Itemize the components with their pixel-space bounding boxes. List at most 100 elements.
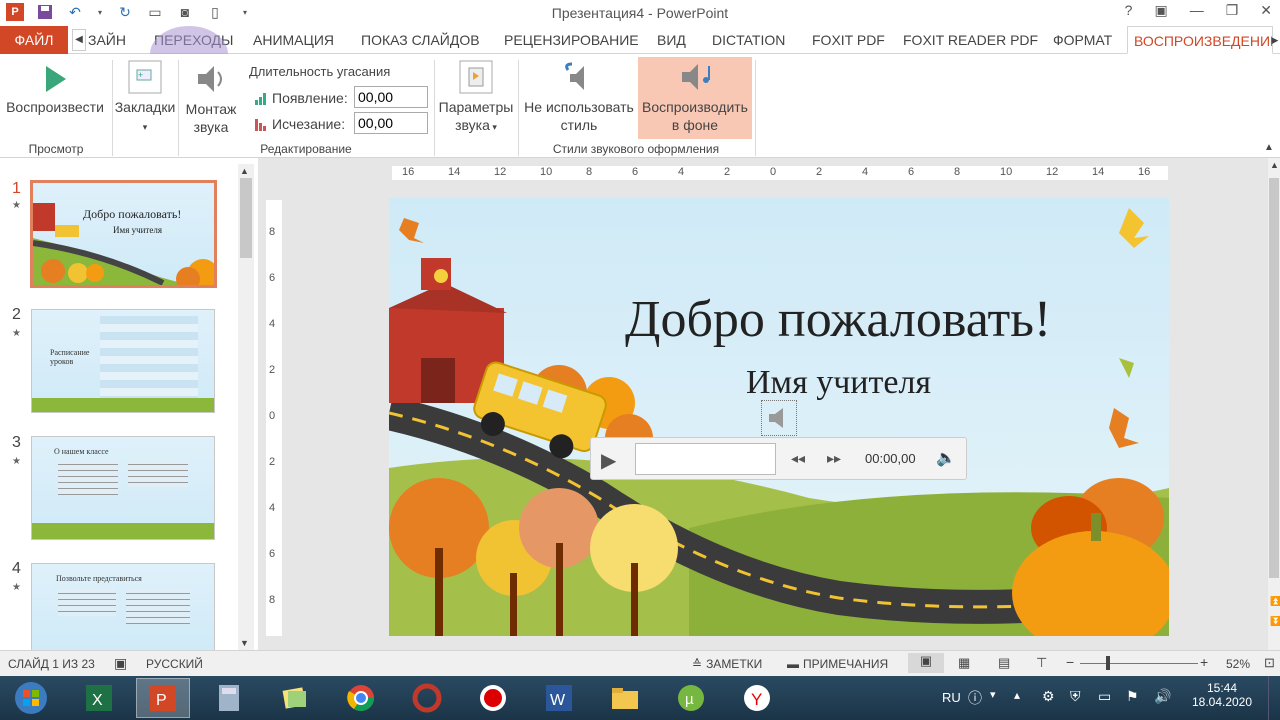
- fade-out-input[interactable]: [354, 112, 428, 134]
- taskbar-utorrent[interactable]: µ: [664, 678, 718, 718]
- zoom-in-icon[interactable]: +: [1200, 654, 1208, 670]
- fit-to-window-icon[interactable]: ⊡: [1264, 655, 1275, 671]
- player-play-icon[interactable]: ▶: [601, 448, 616, 473]
- taskbar-ccleaner[interactable]: [400, 678, 454, 718]
- tab-view[interactable]: ВИД: [651, 26, 692, 54]
- thumbnails-scrollbar[interactable]: ▲ ▼: [238, 164, 254, 650]
- minimize-icon[interactable]: —: [1190, 2, 1204, 19]
- spellcheck-icon[interactable]: ▣: [114, 655, 127, 672]
- restore-icon[interactable]: ❐: [1226, 2, 1239, 19]
- thumb-1-title: Добро пожаловать!: [83, 207, 182, 221]
- network-icon[interactable]: ▭: [1098, 688, 1111, 705]
- tray-shield-icon[interactable]: ⛨: [1070, 688, 1081, 705]
- fade-in-input[interactable]: [354, 86, 428, 108]
- tab-file[interactable]: ФАЙЛ: [0, 26, 68, 54]
- player-progress-track[interactable]: [635, 443, 776, 475]
- ribbon-display-options-icon[interactable]: ▣: [1154, 2, 1167, 19]
- reading-view-icon[interactable]: ▤: [998, 655, 1010, 671]
- taskbar-yandex[interactable]: Y: [730, 678, 784, 718]
- taskbar-calculator[interactable]: [202, 678, 256, 718]
- taskbar-chrome[interactable]: [334, 678, 388, 718]
- taskbar-explorer[interactable]: [598, 678, 652, 718]
- clock-time: 15:44: [1206, 681, 1238, 695]
- play-button[interactable]: Воспроизвести: [4, 64, 106, 116]
- player-back-icon[interactable]: ◂◂: [791, 450, 805, 467]
- taskbar-powerpoint[interactable]: P: [136, 678, 190, 718]
- comments-button[interactable]: ▬ ПРИМЕЧАНИЯ: [787, 657, 888, 671]
- scroll-thumb[interactable]: [1269, 178, 1279, 578]
- slide-thumbnail-4[interactable]: Позвольте представиться: [31, 563, 215, 653]
- zoom-slider[interactable]: [1080, 663, 1198, 664]
- ruler-tick-label: 12: [494, 166, 507, 178]
- normal-view-icon[interactable]: ▣: [908, 653, 944, 673]
- help-icon[interactable]: ?: [1125, 2, 1133, 19]
- audio-object-selected[interactable]: [761, 400, 797, 436]
- slide-subtitle[interactable]: Имя учителя: [746, 364, 931, 402]
- action-center-icon[interactable]: ⚑: [1126, 688, 1139, 705]
- help-tray-icon[interactable]: ⓘ: [968, 688, 982, 708]
- volume-icon[interactable]: 🔊: [1154, 688, 1171, 705]
- trim-audio-button[interactable]: Монтаж звука: [180, 62, 242, 136]
- ruler-tick-label: 6: [908, 166, 915, 178]
- audio-options-button[interactable]: Параметры звука ▾: [436, 60, 516, 136]
- tab-foxit-reader-pdf[interactable]: FOXIT READER PDF: [897, 26, 1044, 54]
- barn-door: [421, 358, 455, 403]
- slide-sorter-icon[interactable]: ▦: [958, 655, 970, 671]
- show-hidden-icons[interactable]: ▴: [1014, 688, 1020, 702]
- scroll-up-icon[interactable]: ▲: [1270, 160, 1279, 170]
- tab-design[interactable]: ЗАЙН: [82, 26, 132, 54]
- audio-options-icon: [459, 60, 493, 94]
- scroll-thumb[interactable]: [240, 178, 252, 258]
- slide-canvas[interactable]: Добро пожаловать! Имя учителя ▶ ◂◂ ▸▸ 00…: [389, 198, 1169, 636]
- taskbar-recorder[interactable]: [466, 678, 520, 718]
- play-in-background-button[interactable]: Воспроизводить в фоне: [638, 57, 752, 139]
- ruler-tick-label: 0: [269, 410, 276, 422]
- slide-scrollbar[interactable]: ▲ ⏫ ⏬: [1268, 158, 1280, 650]
- clock[interactable]: 15:44 18.04.2020: [1184, 681, 1260, 709]
- tab-slideshow[interactable]: ПОКАЗ СЛАЙДОВ: [355, 26, 486, 54]
- player-forward-icon[interactable]: ▸▸: [827, 450, 841, 467]
- slide-thumbnail-2[interactable]: Расписание уроков: [31, 309, 215, 413]
- next-slide-icon[interactable]: ⏬: [1270, 616, 1280, 627]
- slide-thumbnail-3[interactable]: О нашем классе: [31, 436, 215, 540]
- tab-playback[interactable]: ВОСПРОИЗВЕДЕНИЕ: [1127, 26, 1273, 54]
- tab-dictation[interactable]: DICTATION: [706, 26, 791, 54]
- svg-text:+: +: [138, 70, 143, 80]
- close-icon[interactable]: ✕: [1260, 2, 1272, 19]
- word-icon: W: [546, 685, 572, 711]
- tab-foxit-pdf[interactable]: FOXIT PDF: [806, 26, 891, 54]
- tray-expand-icon[interactable]: ▾: [990, 688, 996, 701]
- ruler-tick-label: 4: [862, 166, 869, 178]
- tab-review[interactable]: РЕЦЕНЗИРОВАНИЕ: [498, 26, 645, 54]
- slide-title[interactable]: Добро пожаловать!: [625, 290, 1051, 349]
- collapse-ribbon-icon[interactable]: ▲: [1264, 142, 1274, 153]
- fade-in-row: Появление:: [254, 90, 348, 106]
- taskbar-sticky-notes[interactable]: [268, 678, 322, 718]
- zoom-level[interactable]: 52%: [1226, 657, 1250, 671]
- notes-button[interactable]: ≙ ЗАМЕТКИ: [692, 657, 762, 671]
- zoom-slider-thumb[interactable]: [1106, 656, 1110, 670]
- slide-thumbnail-1[interactable]: Добро пожаловать! Имя учителя: [30, 180, 217, 288]
- tray-app-icon[interactable]: ⚙: [1042, 688, 1055, 705]
- no-style-button[interactable]: Не использовать стиль: [520, 60, 638, 134]
- scroll-up-icon[interactable]: ▲: [240, 166, 249, 176]
- start-button[interactable]: [4, 678, 58, 718]
- show-desktop-button[interactable]: [1268, 676, 1280, 720]
- language-indicator[interactable]: РУССКИЙ: [146, 657, 203, 671]
- taskbar-word[interactable]: W: [532, 678, 586, 718]
- taskbar-excel[interactable]: X: [72, 678, 126, 718]
- ruler-tick-label: 8: [586, 166, 593, 178]
- thumb-2-title: Расписание уроков: [50, 348, 90, 366]
- input-language[interactable]: RU: [942, 690, 961, 705]
- svg-text:W: W: [550, 692, 566, 709]
- player-volume-icon[interactable]: 🔈: [936, 448, 956, 468]
- ruler-tick-label: 14: [448, 166, 461, 178]
- tabs-scroll-right-icon[interactable]: ▶: [1270, 26, 1280, 54]
- slideshow-icon[interactable]: ⊤: [1036, 655, 1047, 671]
- previous-slide-icon[interactable]: ⏫: [1270, 596, 1280, 607]
- tab-format[interactable]: ФОРМАТ: [1047, 26, 1118, 54]
- bookmarks-button[interactable]: + Закладки ▾: [114, 60, 176, 136]
- tab-animations[interactable]: АНИМАЦИЯ: [247, 26, 340, 54]
- zoom-out-icon[interactable]: −: [1066, 654, 1074, 670]
- scroll-down-icon[interactable]: ▼: [240, 638, 249, 648]
